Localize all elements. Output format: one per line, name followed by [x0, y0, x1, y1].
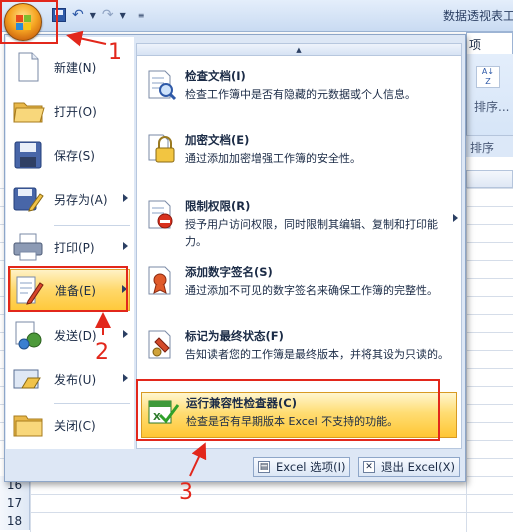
- publish-icon: [10, 362, 46, 396]
- submenu-item-inspect[interactable]: 检查文档(I) 检查工作簿中是否有隐藏的元数据或个人信息。: [141, 66, 457, 103]
- window-title: 数据透视表工: [443, 9, 513, 23]
- submenu-item-title: 检查文档(I): [185, 69, 246, 83]
- row-header[interactable]: 18: [0, 512, 30, 530]
- menu-item-label: 保存(S): [54, 148, 95, 163]
- menu-item-label: 关闭(C): [54, 418, 96, 433]
- mark-final-icon: [145, 328, 179, 362]
- menu-item-save-as[interactable]: 另存为(A): [10, 179, 130, 219]
- new-document-icon: [10, 50, 46, 84]
- save-disk-icon: [10, 138, 46, 172]
- submenu-arrow-icon: [123, 194, 128, 202]
- grid-line: [0, 512, 513, 513]
- encrypt-lock-icon: [145, 132, 179, 166]
- submenu-item-restrict[interactable]: 限制权限(R) 授予用户访问权限，同时限制其编辑、复制和打印能力。: [141, 196, 458, 250]
- digital-signature-icon: [145, 264, 179, 298]
- undo-dropdown-icon[interactable]: ▼: [90, 11, 96, 20]
- menu-item-label: 另存为(A): [54, 192, 108, 207]
- customize-qat-icon[interactable]: ≡: [138, 11, 145, 20]
- row-header[interactable]: 17: [0, 494, 30, 512]
- menu-item-open[interactable]: 打开(O): [10, 91, 130, 131]
- close-document-icon: [10, 408, 46, 442]
- menu-item-close[interactable]: 关闭(C): [10, 405, 130, 445]
- sort-az-icon[interactable]: A↓ Z: [476, 66, 500, 88]
- menu-item-label: 打开(O): [54, 104, 97, 119]
- submenu-item-title: 加密文档(E): [185, 133, 250, 147]
- excel-options-label: Excel 选项(I): [276, 460, 346, 474]
- menu-item-print[interactable]: 打印(P): [10, 227, 130, 267]
- menu-command-list: 新建(N) 打开(O) 保存(S) 另存为(A) 打印(P) 准备(E) 发送(…: [6, 37, 134, 449]
- send-icon: [10, 318, 46, 352]
- inspect-document-icon: [145, 68, 179, 102]
- menu-item-publish[interactable]: 发布(U): [10, 359, 130, 399]
- submenu-arrow-icon: [123, 330, 128, 338]
- exit-excel-button[interactable]: ✕ 退出 Excel(X): [358, 457, 460, 477]
- scroll-up-button[interactable]: ▲: [137, 44, 461, 56]
- printer-icon: [10, 230, 46, 264]
- submenu-arrow-icon: [123, 242, 128, 250]
- open-folder-icon: [10, 94, 46, 128]
- menu-item-label: 发送(D): [54, 328, 97, 343]
- annotation-number-1: 1: [108, 40, 122, 65]
- options-icon: ▤: [258, 461, 270, 473]
- redo-dropdown-icon[interactable]: ▼: [120, 11, 126, 20]
- ribbon-tab[interactable]: 项: [466, 32, 513, 54]
- close-icon: ✕: [363, 461, 375, 473]
- column-header[interactable]: [466, 170, 513, 188]
- submenu-item-desc: 通过添加加密增强工作簿的安全性。: [185, 152, 361, 165]
- submenu-item-desc: 通过添加不可见的数字签名来确保工作簿的完整性。: [185, 284, 438, 297]
- highlight-compatibility: [136, 379, 440, 441]
- grid-line: [466, 188, 467, 532]
- annotation-number-2: 2: [95, 340, 109, 365]
- submenu-item-title: 添加数字签名(S): [185, 265, 273, 279]
- redo-icon[interactable]: ↷: [102, 7, 114, 23]
- menu-item-send[interactable]: 发送(D): [10, 315, 130, 355]
- save-as-icon: [10, 182, 46, 216]
- grid-line: [0, 494, 513, 495]
- exit-excel-label: 退出 Excel(X): [381, 460, 455, 474]
- submenu-arrow-icon: [453, 214, 458, 222]
- highlight-prepare: [8, 266, 128, 312]
- quick-access-toolbar: ↶ ▼ ↷ ▼ ≡: [52, 6, 144, 24]
- sort-button-label[interactable]: 排序...: [474, 98, 509, 115]
- menu-item-save[interactable]: 保存(S): [10, 135, 130, 175]
- highlight-office-button: [0, 0, 58, 44]
- submenu-item-title: 标记为最终状态(F): [185, 329, 284, 343]
- undo-icon[interactable]: ↶: [72, 7, 84, 23]
- submenu-item-desc: 告知读者您的工作簿是最终版本，并将其设为只读的。: [185, 348, 449, 361]
- submenu-item-title: 限制权限(R): [185, 199, 251, 213]
- menu-item-label: 发布(U): [54, 372, 97, 387]
- submenu-item-signature[interactable]: 添加数字签名(S) 通过添加不可见的数字签名来确保工作簿的完整性。: [141, 262, 457, 299]
- submenu-arrow-icon: [123, 374, 128, 382]
- menu-separator: [54, 225, 130, 226]
- submenu-item-encrypt[interactable]: 加密文档(E) 通过添加加密增强工作簿的安全性。: [141, 130, 457, 167]
- menu-item-label: 打印(P): [54, 240, 95, 255]
- restrict-permission-icon: [145, 198, 179, 232]
- menu-item-label: 新建(N): [54, 60, 97, 75]
- ribbon-group-label: 排序: [466, 135, 513, 157]
- excel-options-button[interactable]: ▤ Excel 选项(I): [253, 457, 351, 477]
- menu-footer: ▤ Excel 选项(I) ✕ 退出 Excel(X): [6, 453, 464, 481]
- submenu-item-desc: 授予用户访问权限，同时限制其编辑、复制和打印能力。: [185, 218, 438, 248]
- submenu-item-desc: 检查工作簿中是否有隐藏的元数据或个人信息。: [185, 88, 416, 101]
- menu-separator: [54, 403, 130, 404]
- annotation-number-3: 3: [179, 480, 193, 505]
- submenu-item-mark-final[interactable]: 标记为最终状态(F) 告知读者您的工作簿是最终版本，并将其设为只读的。: [141, 326, 457, 363]
- title-bar: ↶ ▼ ↷ ▼ ≡ 数据透视表工: [0, 0, 513, 32]
